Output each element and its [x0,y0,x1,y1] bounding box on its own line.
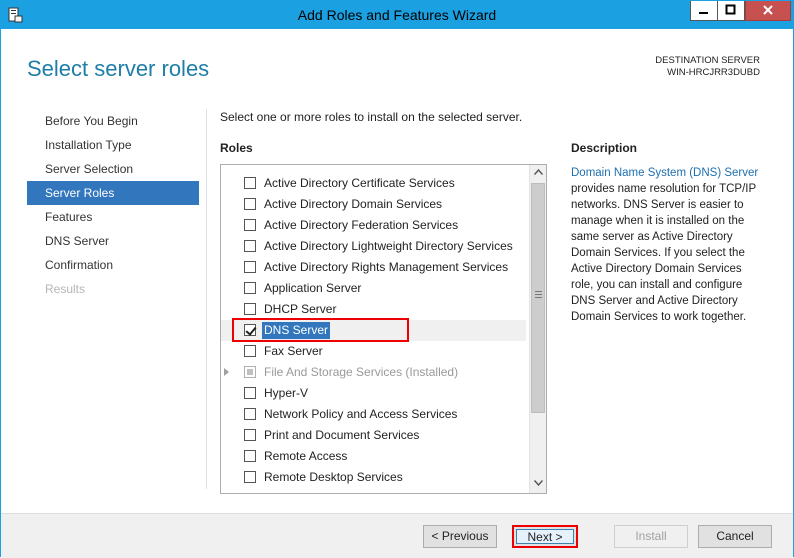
destination-server-label: DESTINATION SERVER [655,55,760,66]
description-link[interactable]: Domain Name System (DNS) Server [571,167,758,179]
roles-heading: Roles [220,141,253,155]
close-icon [763,5,773,15]
role-checkbox[interactable] [244,408,256,420]
role-checkbox[interactable] [244,450,256,462]
role-checkbox[interactable] [244,387,256,399]
wizard-nav: Before You Begin Installation Type Serve… [27,109,199,301]
roles-scrollbar[interactable] [529,165,546,493]
role-label[interactable]: Remote Desktop Services [264,467,403,488]
role-checkbox-partial [244,366,256,378]
destination-server-info: DESTINATION SERVER WIN-HRCJRR3DUBD [655,55,760,79]
wizard-window: Add Roles and Features Wizard Select ser… [0,0,794,558]
role-item[interactable]: Network Policy and Access Services [221,404,526,425]
wizard-footer: < Previous Next > Install Cancel [1,513,793,558]
role-label[interactable]: DHCP Server [264,299,336,320]
role-label[interactable]: Active Directory Domain Services [264,194,442,215]
role-label[interactable]: File And Storage Services (Installed) [264,362,458,383]
nav-item-installation-type[interactable]: Installation Type [27,133,199,157]
nav-divider [206,109,207,489]
role-item-file-and-storage[interactable]: File And Storage Services (Installed) [221,362,526,383]
role-label[interactable]: Active Directory Certificate Services [264,173,455,194]
role-checkbox[interactable] [244,177,256,189]
close-button[interactable] [745,1,791,21]
chevron-down-icon [533,480,543,486]
role-label[interactable]: Active Directory Rights Management Servi… [264,257,508,278]
role-item[interactable]: DHCP Server [221,299,526,320]
cancel-button[interactable]: Cancel [698,525,772,548]
role-checkbox[interactable] [244,429,256,441]
window-title: Add Roles and Features Wizard [297,7,497,23]
role-checkbox[interactable] [244,261,256,273]
wizard-content: Select server roles DESTINATION SERVER W… [8,29,787,513]
nav-item-dns-server[interactable]: DNS Server [27,229,199,253]
chevron-up-icon [533,169,543,175]
expand-arrow-icon[interactable] [224,368,229,376]
nav-item-results: Results [45,282,86,296]
role-item[interactable]: Active Directory Domain Services [221,194,526,215]
role-item[interactable]: Application Server [221,278,526,299]
nav-item-server-selection[interactable]: Server Selection [27,157,199,181]
role-label[interactable]: Fax Server [264,341,323,362]
role-item[interactable]: Print and Document Services [221,425,526,446]
nav-item-confirmation[interactable]: Confirmation [27,253,199,277]
role-item[interactable]: Hyper-V [221,383,526,404]
next-button[interactable]: Next > [512,525,578,548]
role-checkbox[interactable] [244,198,256,210]
role-checkbox[interactable] [244,240,256,252]
scroll-thumb[interactable] [531,183,545,413]
description-body: provides name resolution for TCP/IP netw… [571,183,756,323]
role-checkbox[interactable] [244,219,256,231]
description-text: Domain Name System (DNS) Server provides… [571,165,767,325]
role-checkbox[interactable] [244,303,256,315]
title-bar[interactable]: Add Roles and Features Wizard [1,1,793,29]
role-item[interactable]: Active Directory Rights Management Servi… [221,257,526,278]
scroll-up-button[interactable] [530,165,546,182]
role-label[interactable]: Network Policy and Access Services [264,404,457,425]
role-checkbox[interactable] [244,471,256,483]
role-label[interactable]: Remote Access [264,446,347,467]
role-item[interactable]: Active Directory Certificate Services [221,173,526,194]
role-label[interactable]: Active Directory Federation Services [264,215,458,236]
description-heading: Description [571,141,638,155]
role-item[interactable]: Remote Access [221,446,526,467]
maximize-button[interactable] [717,1,745,21]
role-item[interactable]: Fax Server [221,341,526,362]
minimize-icon [699,12,708,14]
scroll-down-button[interactable] [530,476,546,493]
role-label[interactable]: Print and Document Services [264,425,419,446]
maximize-icon [725,4,736,15]
nav-item-before-you-begin[interactable]: Before You Begin [27,109,199,133]
page-title: Select server roles [27,56,210,81]
role-checkbox[interactable] [244,345,256,357]
minimize-button[interactable] [690,1,718,21]
role-label[interactable]: Application Server [264,278,361,299]
role-label[interactable]: Hyper-V [264,383,308,404]
role-item[interactable]: Active Directory Federation Services [221,215,526,236]
install-button: Install [614,525,688,548]
grip-icon [535,291,542,300]
role-checkbox[interactable] [244,282,256,294]
role-item[interactable]: Active Directory Lightweight Directory S… [221,236,526,257]
nav-item-server-roles[interactable]: Server Roles [27,181,199,205]
role-label[interactable]: Active Directory Lightweight Directory S… [264,236,513,257]
dns-server-highlight [232,318,409,342]
instruction-text: Select one or more roles to install on t… [220,110,523,124]
role-item[interactable]: Remote Desktop Services [221,467,526,488]
previous-button[interactable]: < Previous [423,525,497,548]
next-button-label[interactable]: Next > [516,529,574,544]
nav-item-features[interactable]: Features [27,205,199,229]
destination-server-name: WIN-HRCJRR3DUBD [667,67,760,78]
